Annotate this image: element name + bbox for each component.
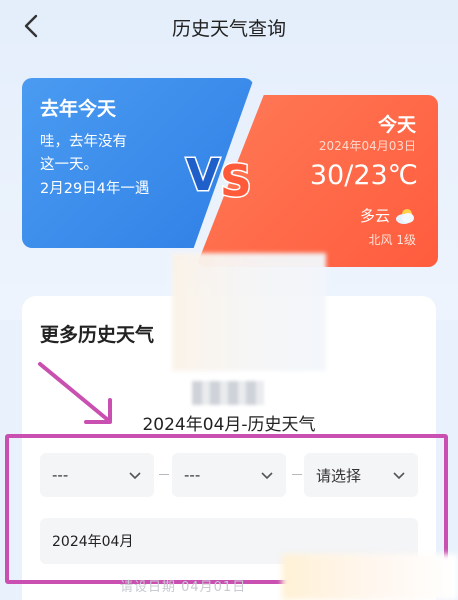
today-condition: 多云	[360, 205, 416, 226]
today-title: 今天	[377, 114, 416, 136]
vs-badge-icon: V S	[185, 149, 254, 205]
chevron-down-icon	[261, 472, 273, 480]
chevron-down-icon	[393, 472, 405, 480]
today-condition-text: 多云	[359, 207, 390, 225]
faint-bottom-text: 请设日期 04月01日	[120, 580, 247, 595]
last-year-title: 去年今天	[40, 98, 117, 120]
day-select-value: 请选择	[316, 466, 362, 485]
blurred-overlay-corner	[282, 554, 458, 600]
year-select-value: ---	[52, 466, 69, 484]
blurred-overlay	[172, 253, 326, 371]
last-year-line-2: 这一天。	[40, 157, 98, 173]
header: 历史天气查询	[0, 0, 458, 56]
day-select[interactable]: 请选择	[304, 453, 418, 497]
svg-text:S: S	[220, 156, 252, 204]
separator	[159, 474, 169, 475]
more-history-title: 更多历史天气	[40, 324, 155, 346]
page-title: 历史天气查询	[171, 18, 286, 40]
blurred-text	[192, 381, 264, 405]
today-wind: 北风 1级	[368, 233, 416, 247]
month-select[interactable]: ---	[172, 453, 286, 497]
today-temperature: 30/23℃	[309, 160, 418, 191]
month-history-title: 2024年04月-历史天气	[142, 415, 316, 435]
partly-cloudy-icon	[396, 208, 414, 224]
month-select-value: ---	[184, 466, 201, 484]
today-date: 2024年04月03日	[318, 139, 416, 153]
last-year-line-1: 哇，去年没有	[40, 134, 127, 150]
year-select[interactable]: ---	[40, 453, 154, 497]
separator	[292, 474, 302, 475]
last-year-line-3: 2月29日4年一遇	[40, 181, 150, 197]
svg-text:V: V	[186, 150, 220, 201]
chevron-down-icon	[129, 472, 141, 480]
date-field-value: 2024年04月	[52, 534, 134, 550]
